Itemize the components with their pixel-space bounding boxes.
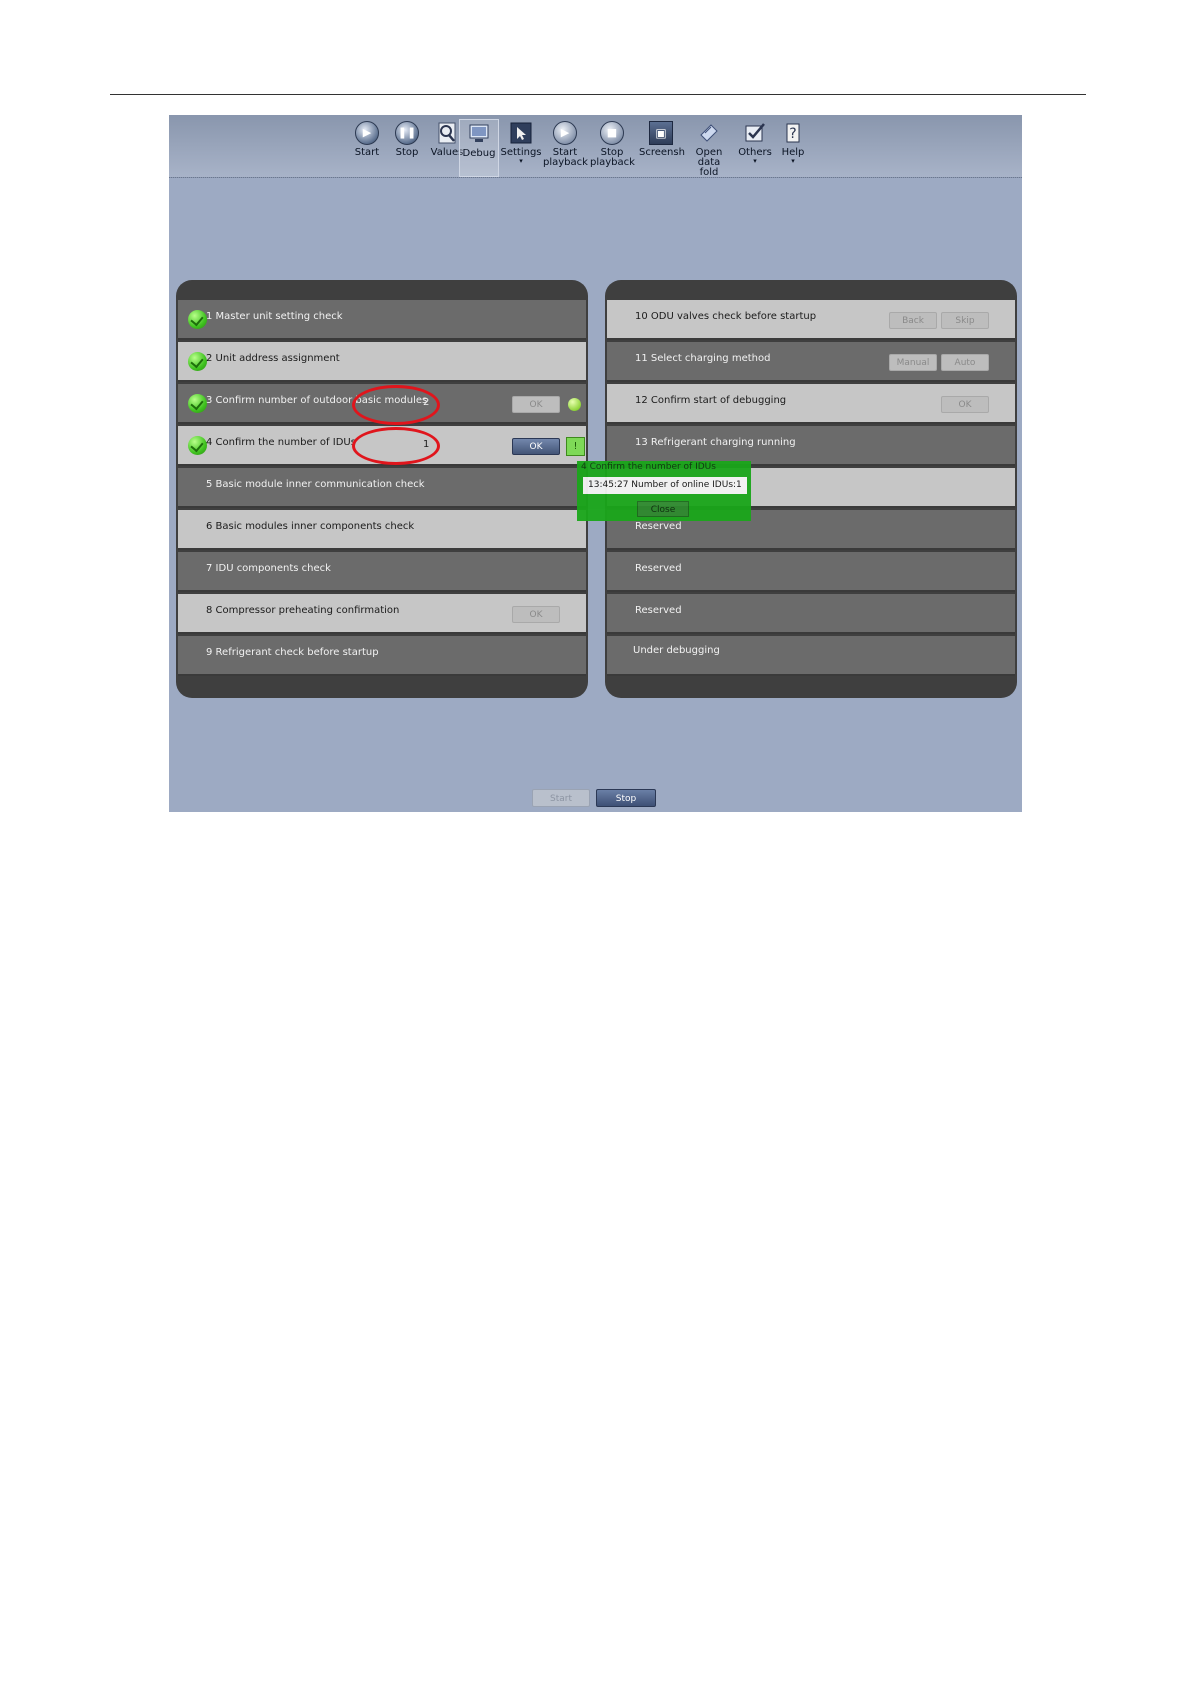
monitor-icon xyxy=(469,124,489,142)
step-row-11: 11 Select charging method Manual Auto xyxy=(607,342,1015,382)
confirm-modules-ok-button[interactable]: OK xyxy=(512,396,560,413)
step-row-5: 5 Basic module inner communication check xyxy=(178,468,586,508)
step-row-8: 8 Compressor preheating confirmation OK xyxy=(178,594,586,634)
step-row-12: 12 Confirm start of debugging OK xyxy=(607,384,1015,424)
toolbar-debug-button[interactable]: Debug xyxy=(459,119,499,177)
svg-text:?: ? xyxy=(789,126,796,142)
popup-close-button[interactable]: Close xyxy=(637,501,689,517)
highlight-ring xyxy=(352,427,440,465)
step-row-9: 9 Refrigerant check before startup xyxy=(178,636,586,676)
manual-button[interactable]: Manual xyxy=(889,354,937,371)
highlight-ring xyxy=(352,385,440,425)
popup-message: 13:45:27 Number of online IDUs:1 xyxy=(583,477,747,494)
step-row-7: 7 IDU components check xyxy=(178,552,586,592)
status-indicator-icon xyxy=(568,398,581,411)
toolbar-open-data-folder-button[interactable]: Open data fold xyxy=(687,119,731,178)
reserved-row: Reserved xyxy=(607,594,1015,634)
playback-start-icon: ▶ xyxy=(553,121,577,145)
confirm-idus-ok-button[interactable]: OK xyxy=(512,438,560,455)
screenshot-icon: ▣ xyxy=(649,121,673,145)
step-row-1: 1 Master unit setting check xyxy=(178,300,586,340)
toolbar-start-button[interactable]: ▶ Start xyxy=(345,119,389,175)
toolbar-settings-button[interactable]: Settings ▾ xyxy=(499,119,543,175)
toolbar-start-playback-button[interactable]: ▶ Start playback xyxy=(543,119,588,175)
step-row-2: 2 Unit address assignment xyxy=(178,342,586,382)
complete-check-icon xyxy=(188,394,207,413)
toolbar-help-button[interactable]: ? Help ▾ xyxy=(771,119,815,175)
reserved-row: Reserved xyxy=(607,552,1015,592)
magnifier-icon xyxy=(438,122,456,144)
complete-check-icon xyxy=(188,352,207,371)
step-row-10: 10 ODU valves check before startup Back … xyxy=(607,300,1015,340)
start-debugging-ok-button[interactable]: OK xyxy=(941,396,989,413)
auto-button[interactable]: Auto xyxy=(941,354,989,371)
complete-check-icon xyxy=(188,436,207,455)
step-row-13: 13 Refrigerant charging running xyxy=(607,426,1015,466)
settings-icon xyxy=(510,122,532,144)
bottom-stop-button[interactable]: Stop xyxy=(596,789,656,807)
complete-check-icon xyxy=(188,310,207,329)
toolbar: ▶ Start ❚❚ Stop Values Debug Settings ▾ … xyxy=(169,115,1022,178)
preheat-ok-button[interactable]: OK xyxy=(512,606,560,623)
bottom-start-button[interactable]: Start xyxy=(532,789,590,807)
folder-icon xyxy=(700,124,718,142)
toolbar-stop-playback-button[interactable]: ■ Stop playback xyxy=(590,119,635,175)
page-header-rule xyxy=(110,94,1086,95)
step-row-6: 6 Basic modules inner components check xyxy=(178,510,586,550)
warning-indicator-icon[interactable]: ! xyxy=(566,437,585,456)
toolbar-screenshot-button[interactable]: ▣ Screensh xyxy=(639,119,685,175)
skip-button[interactable]: Skip xyxy=(941,312,989,329)
back-button[interactable]: Back xyxy=(889,312,937,329)
playback-stop-icon: ■ xyxy=(600,121,624,145)
pause-icon: ❚❚ xyxy=(395,121,419,145)
app-window: ▶ Start ❚❚ Stop Values Debug Settings ▾ … xyxy=(169,115,1022,812)
debug-status-row: Under debugging xyxy=(607,636,1015,676)
confirm-idus-popup: 4 Confirm the number of IDUs 13:45:27 Nu… xyxy=(577,461,751,521)
play-icon: ▶ xyxy=(355,121,379,145)
left-steps-panel: 1 Master unit setting check 2 Unit addre… xyxy=(176,280,588,698)
help-icon: ? xyxy=(786,123,800,143)
others-icon xyxy=(745,123,765,142)
toolbar-stop-button[interactable]: ❚❚ Stop xyxy=(385,119,429,175)
